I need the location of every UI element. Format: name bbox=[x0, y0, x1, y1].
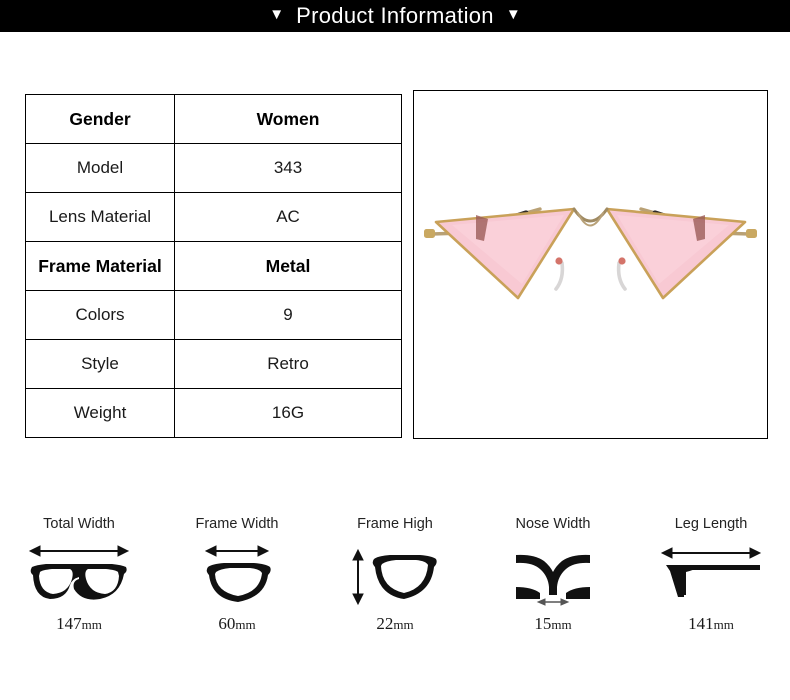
measure-item-total-width: Total Width 147mm bbox=[4, 512, 154, 634]
spec-label-weight: Weight bbox=[25, 388, 175, 438]
product-spec-table: Gender Women Model 343 Lens Material AC … bbox=[25, 94, 402, 438]
temple-arm-arrow-icon bbox=[656, 538, 766, 610]
sunglasses-photo bbox=[414, 91, 767, 438]
measure-value-nose-width: 15mm bbox=[534, 614, 572, 633]
product-image-panel bbox=[413, 90, 768, 439]
triangle-down-right-icon: ▼ bbox=[505, 5, 521, 23]
single-lens-vertical-arrow-icon bbox=[340, 538, 450, 610]
table-row: Model 343 bbox=[25, 143, 402, 193]
measure-label-total-width: Total Width bbox=[43, 516, 115, 532]
table-row: Colors 9 bbox=[25, 290, 402, 340]
spec-value-frame-material: Metal bbox=[174, 241, 402, 291]
single-lens-horizontal-arrow-icon bbox=[182, 538, 292, 610]
table-row: Weight 16G bbox=[25, 388, 402, 438]
table-row: Gender Women bbox=[25, 94, 402, 144]
triangle-down-left-icon: ▼ bbox=[269, 5, 285, 23]
table-row: Frame Material Metal bbox=[25, 241, 402, 291]
measure-value-frame-high: 22mm bbox=[376, 614, 414, 633]
measure-label-leg-length: Leg Length bbox=[674, 516, 748, 532]
spec-value-colors: 9 bbox=[174, 290, 402, 340]
measure-label-frame-width: Frame Width bbox=[195, 516, 279, 532]
spec-label-frame-material: Frame Material bbox=[25, 241, 175, 291]
spec-value-lens-material: AC bbox=[174, 192, 402, 242]
measure-item-frame-high: Frame High 22mm bbox=[320, 512, 470, 634]
measure-value-frame-width: 60mm bbox=[218, 614, 256, 633]
measure-value-leg-length: 141mm bbox=[688, 614, 734, 633]
measure-value-total-width: 147mm bbox=[56, 614, 102, 633]
nose-bridge-arrow-icon bbox=[498, 538, 608, 610]
measure-label-nose-width: Nose Width bbox=[515, 516, 591, 532]
spec-value-weight: 16G bbox=[174, 388, 402, 438]
measure-item-frame-width: Frame Width 60mm bbox=[162, 512, 312, 634]
measurements-strip: Total Width 147mm Frame Width 60mm Frame… bbox=[0, 512, 790, 662]
page-title: Product Information bbox=[296, 3, 494, 28]
spec-label-gender: Gender bbox=[25, 94, 175, 144]
measure-item-leg-length: Leg Length 141mm bbox=[636, 512, 786, 634]
table-row: Lens Material AC bbox=[25, 192, 402, 242]
full-glasses-horizontal-arrow-icon bbox=[24, 538, 134, 610]
spec-label-model: Model bbox=[25, 143, 175, 193]
page-header-bar: ▼ Product Information ▼ bbox=[0, 0, 790, 32]
measure-item-nose-width: Nose Width 15mm bbox=[478, 512, 628, 634]
table-row: Style Retro bbox=[25, 339, 402, 389]
spec-value-style: Retro bbox=[174, 339, 402, 389]
spec-value-model: 343 bbox=[174, 143, 402, 193]
spec-label-lens-material: Lens Material bbox=[25, 192, 175, 242]
measure-label-frame-high: Frame High bbox=[357, 516, 433, 532]
spec-label-style: Style bbox=[25, 339, 175, 389]
spec-value-gender: Women bbox=[174, 94, 402, 144]
spec-label-colors: Colors bbox=[25, 290, 175, 340]
